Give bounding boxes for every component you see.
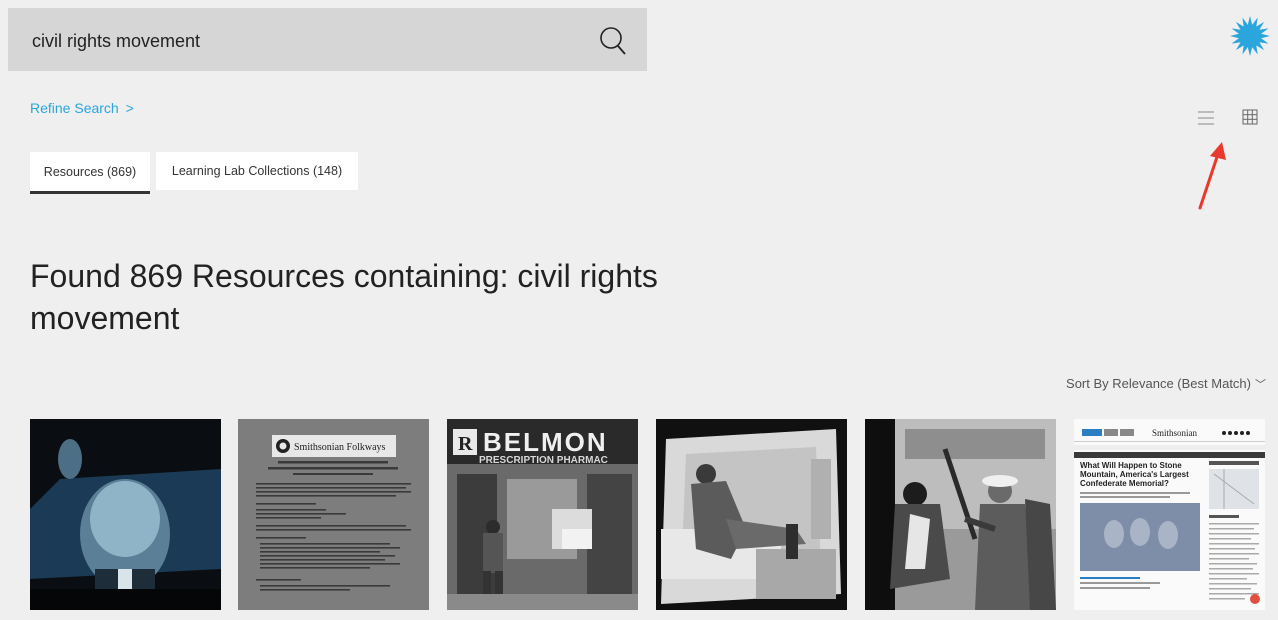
- annotation-arrow-icon: [1198, 142, 1226, 210]
- seated-man-photo-image: [656, 419, 847, 610]
- document-image: Smithsonian Folkways: [238, 419, 429, 610]
- chevron-right-icon: >: [125, 100, 134, 116]
- result-thumbnail-2[interactable]: Smithsonian Folkways: [238, 419, 429, 610]
- tab-learning-lab-collections[interactable]: Learning Lab Collections (148): [156, 152, 358, 190]
- refine-search-label: Refine Search: [30, 100, 119, 116]
- result-thumbnail-4[interactable]: [656, 419, 847, 610]
- search-icon: [600, 27, 626, 55]
- refine-search-link[interactable]: Refine Search >: [30, 100, 134, 116]
- chevron-down-icon: ﹀: [1255, 379, 1266, 391]
- result-thumbnail-5[interactable]: [865, 419, 1056, 610]
- list-view-icon[interactable]: [1196, 108, 1216, 128]
- search-button[interactable]: [593, 21, 633, 61]
- storefront-badge-text: R: [458, 433, 473, 455]
- search-input[interactable]: [30, 26, 594, 56]
- article-screenshot-image: Smithsonian What Will Happen to Stone Mo…: [1074, 419, 1265, 610]
- tab-resources[interactable]: Resources (869): [30, 152, 150, 194]
- film-still-image: [30, 419, 221, 610]
- search-bar: [8, 8, 647, 71]
- sort-label: Sort By Relevance (Best Match): [1066, 376, 1251, 391]
- storefront-sign-text: BELMON: [483, 427, 608, 457]
- tab-collections-label: Learning Lab Collections (148): [171, 164, 343, 178]
- grid-view-icon[interactable]: [1242, 108, 1258, 126]
- tab-resources-label: Resources (869): [43, 164, 137, 179]
- sunburst-logo-icon[interactable]: [1230, 16, 1270, 56]
- doc-header-text: Smithsonian Folkways: [294, 442, 386, 453]
- results-heading: Found 869 Resources containing: civil ri…: [30, 258, 658, 336]
- arrest-photo-image: [865, 419, 1056, 610]
- result-thumbnail-1[interactable]: [30, 419, 221, 610]
- result-thumbnail-3[interactable]: R BELMON PRESCRIPTION PHARMAC: [447, 419, 638, 610]
- result-thumbnail-6[interactable]: Smithsonian What Will Happen to Stone Mo…: [1074, 419, 1265, 610]
- sort-dropdown[interactable]: Sort By Relevance (Best Match) ﹀: [1066, 376, 1266, 392]
- article-headline-text: What Will Happen to Stone Mountain, Amer…: [1080, 461, 1189, 488]
- storefront-photo-image: R BELMON PRESCRIPTION PHARMAC: [447, 419, 638, 610]
- article-brand-text: Smithsonian: [1152, 428, 1198, 438]
